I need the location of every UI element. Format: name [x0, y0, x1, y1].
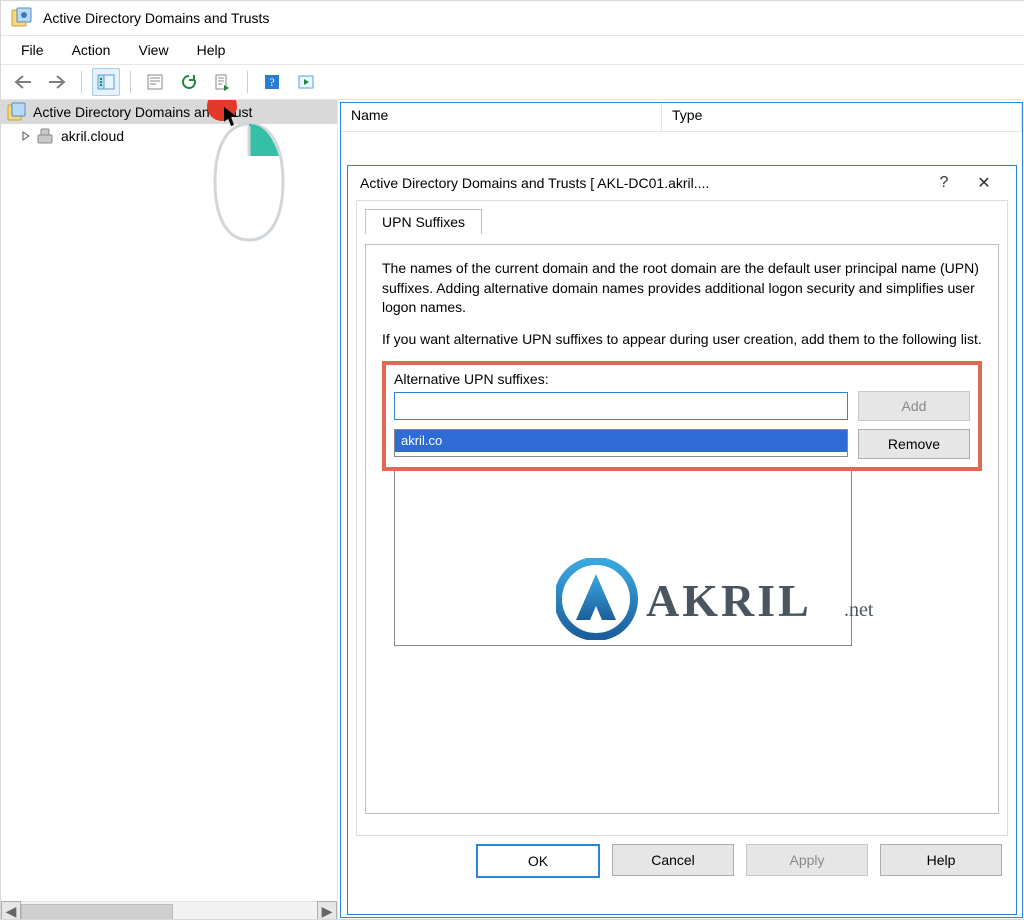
dialog-help-button[interactable]: ?	[924, 166, 964, 200]
dialog-title: Active Directory Domains and Trusts [ AK…	[360, 175, 709, 191]
column-name[interactable]: Name	[341, 103, 662, 131]
run-button[interactable]	[292, 68, 320, 96]
svg-text:?: ?	[269, 75, 274, 89]
upn-suffix-item[interactable]: akril.co	[395, 430, 847, 452]
toolbar-separator	[247, 71, 248, 93]
help-button[interactable]: ?	[258, 68, 286, 96]
toolbar: ?	[1, 65, 1024, 100]
column-type[interactable]: Type	[662, 103, 1022, 131]
menu-help[interactable]: Help	[183, 36, 240, 64]
properties-button[interactable]	[141, 68, 169, 96]
tree-horizontal-scrollbar[interactable]: ◀ ▶	[1, 901, 337, 920]
domain-icon	[35, 126, 55, 146]
watermark-brand-suffix: .net	[844, 599, 874, 621]
app-window: Active Directory Domains and Trusts File…	[0, 0, 1024, 920]
toolbar-separator	[130, 71, 131, 93]
upn-suffix-input[interactable]	[394, 392, 848, 420]
watermark-brand: AKRIL	[646, 575, 812, 626]
tree-panel: Active Directory Domains and Trust	[1, 100, 338, 920]
tree-child-label: akril.cloud	[61, 128, 124, 144]
cancel-button[interactable]: Cancel	[612, 844, 734, 876]
highlight-box: Alternative UPN suffixes: Add akril.co R…	[382, 361, 982, 471]
apply-button[interactable]: Apply	[746, 844, 868, 876]
watermark-logo: AKRIL .net	[556, 558, 896, 643]
tab-content: The names of the current domain and the …	[365, 244, 999, 814]
menu-view[interactable]: View	[124, 36, 182, 64]
dialog-titlebar: Active Directory Domains and Trusts [ AK…	[348, 166, 1016, 200]
tab-upn-suffixes[interactable]: UPN Suffixes	[365, 209, 482, 234]
export-button[interactable]	[209, 68, 237, 96]
show-tree-button[interactable]	[92, 68, 120, 96]
toolbar-separator	[81, 71, 82, 93]
ok-button[interactable]: OK	[476, 844, 600, 878]
dialog-body: UPN Suffixes The names of the current do…	[356, 200, 1008, 836]
dialog-close-button[interactable]: ✕	[964, 166, 1004, 200]
mouse-icon	[211, 122, 287, 245]
expand-icon[interactable]	[19, 128, 33, 144]
properties-dialog: Active Directory Domains and Trusts [ AK…	[347, 165, 1017, 915]
tabstrip: UPN Suffixes	[365, 209, 999, 234]
tree[interactable]: Active Directory Domains and Trust	[1, 100, 337, 901]
remove-button[interactable]: Remove	[858, 429, 970, 459]
help-button-dialog[interactable]: Help	[880, 844, 1002, 876]
alt-upn-label: Alternative UPN suffixes:	[394, 371, 970, 387]
description-1: The names of the current domain and the …	[382, 259, 982, 318]
scroll-track[interactable]	[21, 904, 317, 918]
forward-button[interactable]	[43, 68, 71, 96]
list-headers: Name Type	[341, 103, 1022, 132]
dialog-buttons: OK Cancel Apply Help	[348, 844, 1016, 892]
add-button[interactable]: Add	[858, 391, 970, 421]
app-title: Active Directory Domains and Trusts	[43, 10, 269, 26]
scroll-left-icon[interactable]: ◀	[1, 901, 21, 920]
menubar: File Action View Help	[1, 36, 1024, 65]
titlebar: Active Directory Domains and Trusts	[1, 1, 1024, 36]
menu-action[interactable]: Action	[58, 36, 125, 64]
back-button[interactable]	[9, 68, 37, 96]
cursor-icon	[223, 106, 241, 131]
app-icon	[11, 7, 33, 29]
menu-file[interactable]: File	[7, 36, 58, 64]
domains-trusts-icon	[7, 102, 27, 122]
description-2: If you want alternative UPN suffixes to …	[382, 330, 982, 350]
refresh-button[interactable]	[175, 68, 203, 96]
tree-root[interactable]: Active Directory Domains and Trust	[1, 100, 337, 124]
upn-suffix-list[interactable]: akril.co	[394, 429, 848, 457]
scroll-right-icon[interactable]: ▶	[317, 901, 337, 920]
